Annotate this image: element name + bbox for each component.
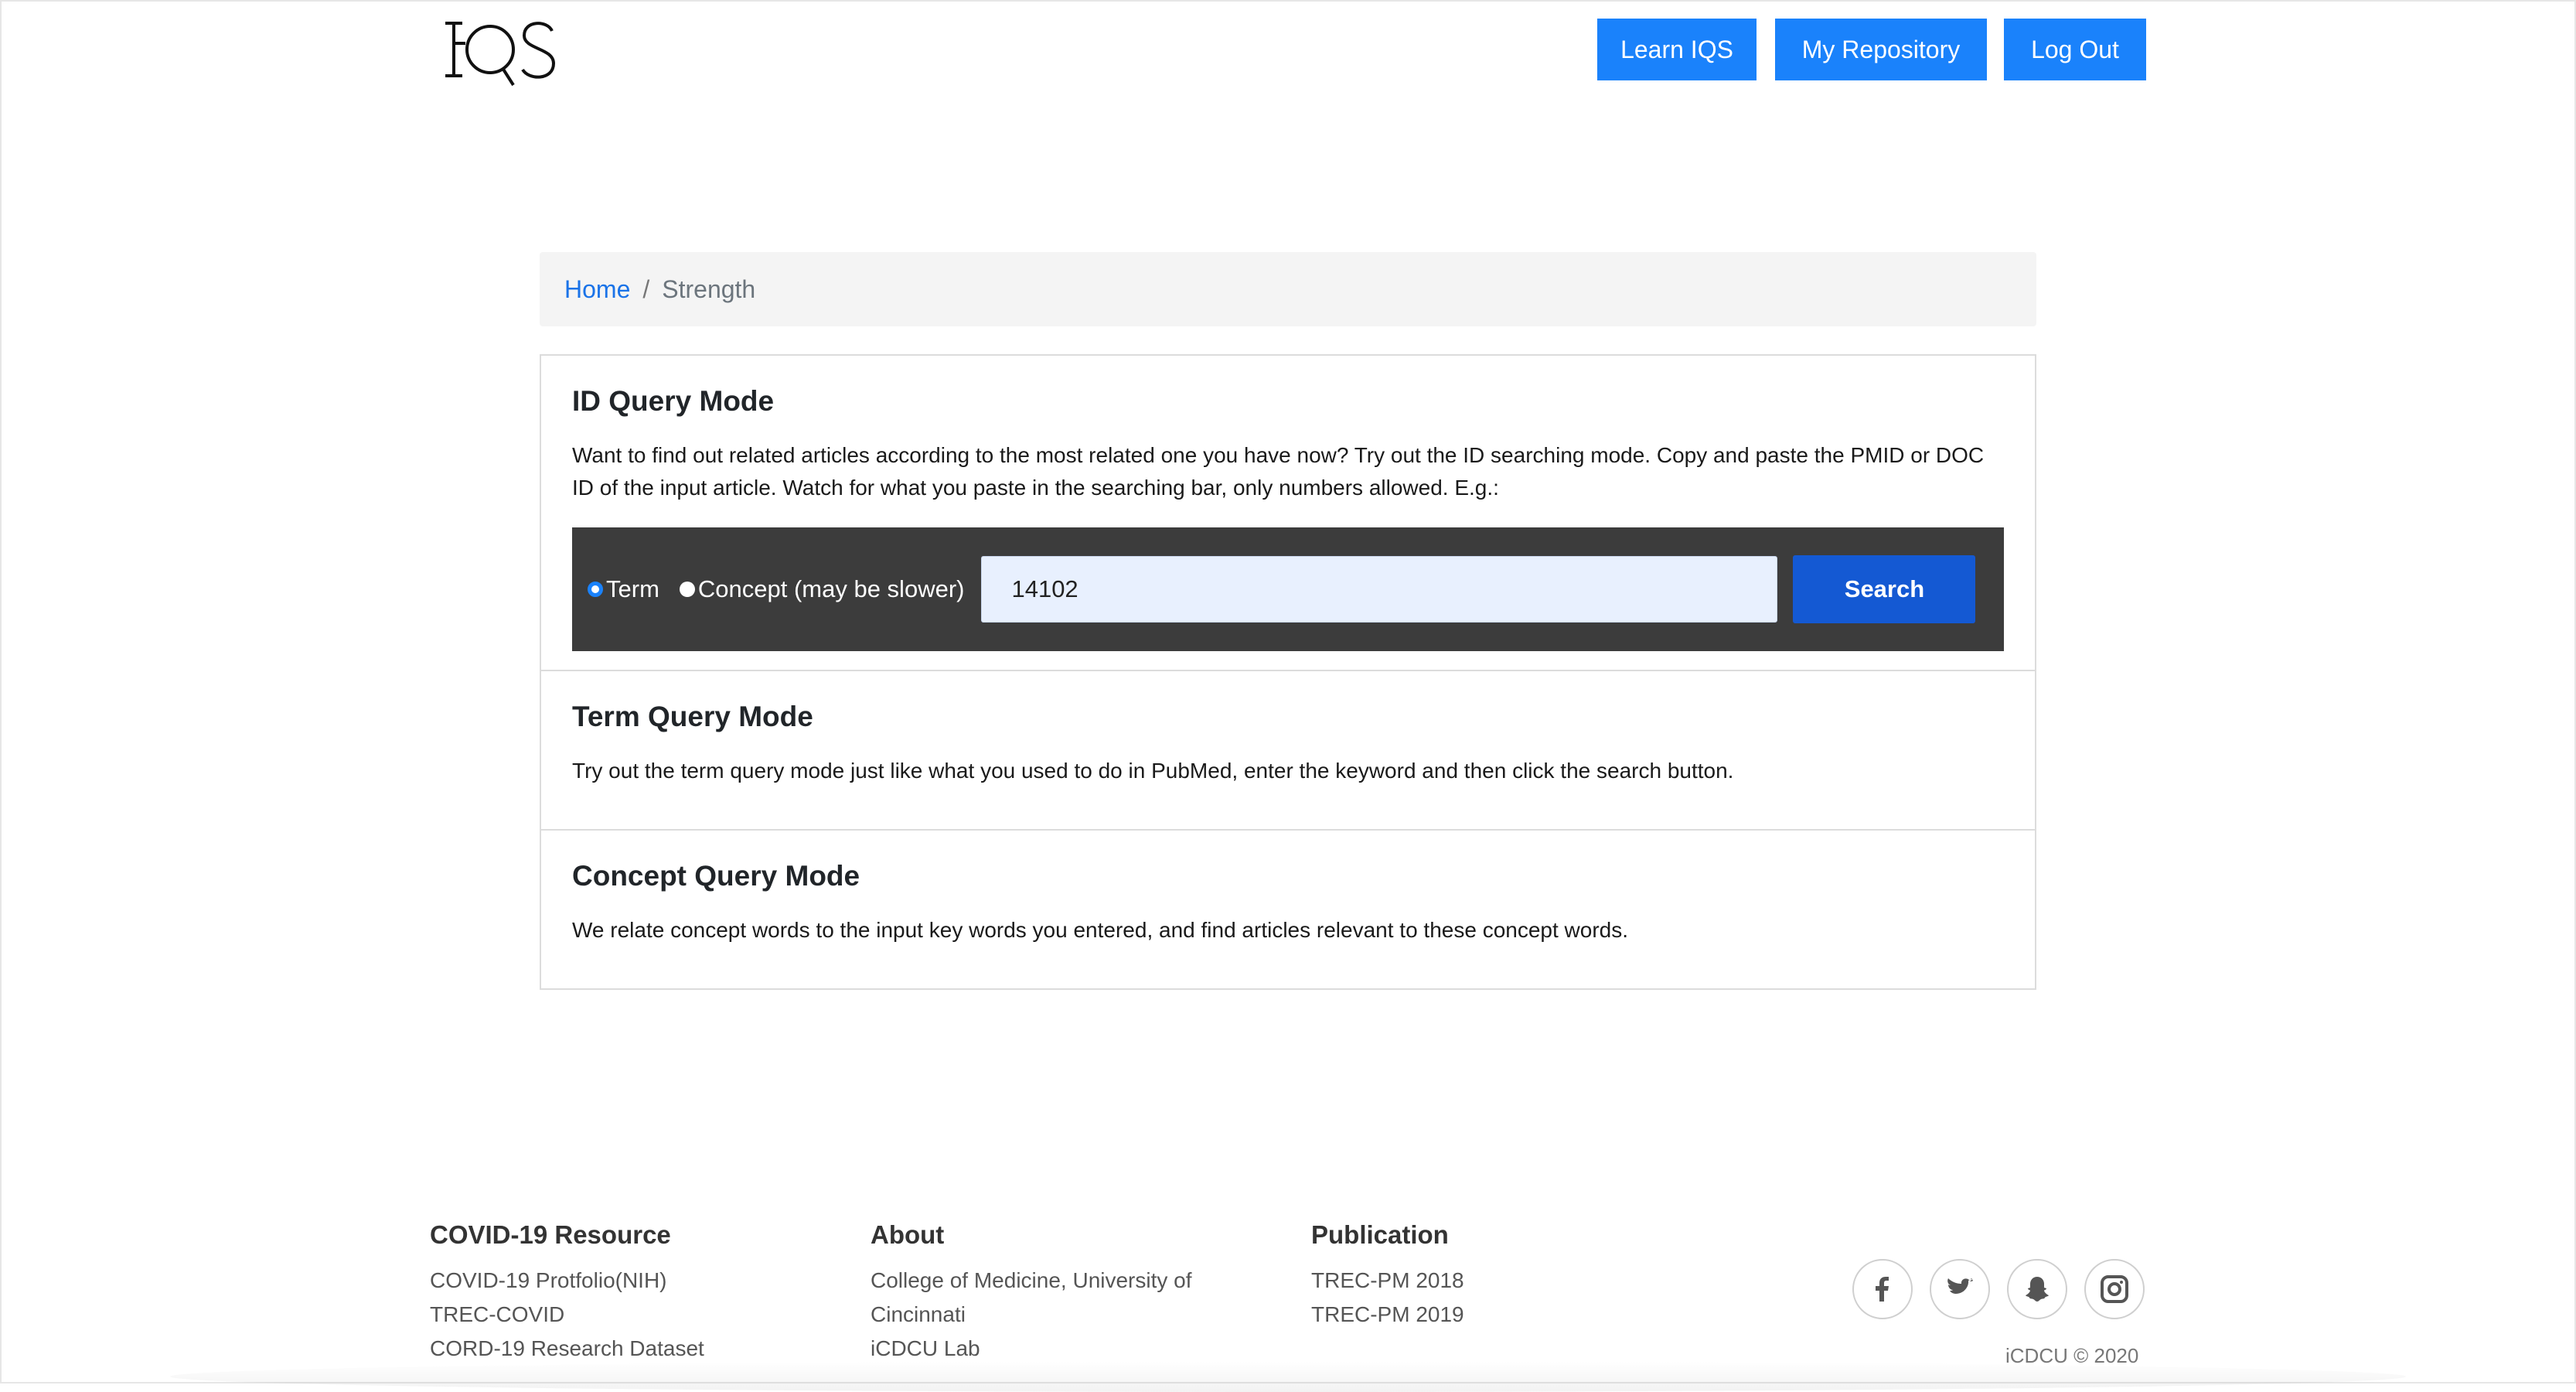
iqs-logo[interactable] — [439, 14, 563, 90]
footer-covid-column: COVID-19 Resource COVID-19 Protfolio(NIH… — [430, 1220, 704, 1366]
footer-link-cincinnati[interactable]: Cincinnati — [871, 1298, 1192, 1332]
term-query-title: Term Query Mode — [572, 701, 813, 732]
term-query-description: Try out the term query mode just like wh… — [572, 759, 1734, 783]
query-modes-card: ID Query Mode Want to find out related a… — [540, 354, 2036, 990]
learn-iqs-button[interactable]: Learn IQS — [1597, 19, 1757, 80]
id-query-title: ID Query Mode — [572, 385, 775, 417]
twitter-icon[interactable] — [1930, 1259, 1990, 1319]
my-repository-button[interactable]: My Repository — [1775, 19, 1987, 80]
footer-about-title: About — [871, 1220, 945, 1249]
log-out-button[interactable]: Log Out — [2004, 19, 2146, 80]
concept-radio[interactable] — [679, 582, 695, 597]
footer-link-trec-pm-2018[interactable]: TREC-PM 2018 — [1311, 1264, 1464, 1298]
breadcrumb: Home / Strength — [540, 252, 2036, 326]
footer-link-cord19[interactable]: CORD-19 Research Dataset — [430, 1332, 704, 1366]
concept-query-section: Concept Query Mode We relate concept wor… — [541, 831, 2035, 988]
breadcrumb-home-link[interactable]: Home — [564, 275, 630, 304]
snapchat-icon[interactable] — [2007, 1259, 2067, 1319]
id-query-description: Want to find out related articles accord… — [572, 443, 1985, 500]
footer-link-trec-covid[interactable]: TREC-COVID — [430, 1298, 704, 1332]
search-button[interactable]: Search — [1793, 555, 1976, 623]
search-bar: Term Concept (may be slower) Search — [572, 527, 2004, 651]
concept-query-description: We relate concept words to the input key… — [572, 918, 1629, 942]
breadcrumb-separator: / — [642, 275, 650, 303]
facebook-icon[interactable] — [1852, 1259, 1913, 1319]
footer-about-column: About College of Medicine, University of… — [871, 1220, 1192, 1366]
instagram-icon[interactable] — [2084, 1259, 2145, 1319]
concept-radio-label[interactable]: Concept (may be slower) — [698, 575, 965, 603]
footer-covid-title: COVID-19 Resource — [430, 1220, 671, 1249]
term-query-section: Term Query Mode Try out the term query m… — [541, 671, 2035, 831]
footer-publication-column: Publication TREC-PM 2018 TREC-PM 2019 — [1311, 1220, 1464, 1332]
search-mode-radio-group: Term Concept (may be slower) — [588, 575, 984, 603]
term-radio[interactable] — [588, 582, 603, 597]
logo-mark — [445, 22, 556, 87]
search-input[interactable] — [981, 556, 1778, 623]
footer-link-covid-portfolio[interactable]: COVID-19 Protfolio(NIH) — [430, 1264, 704, 1298]
footer-link-college[interactable]: College of Medicine, University of — [871, 1264, 1192, 1298]
id-query-section: ID Query Mode Want to find out related a… — [541, 356, 2035, 671]
concept-query-title: Concept Query Mode — [572, 860, 860, 892]
breadcrumb-current: Strength — [662, 275, 756, 303]
footer-publication-title: Publication — [1311, 1220, 1449, 1249]
footer-shadow — [170, 1361, 2406, 1392]
footer-link-trec-pm-2019[interactable]: TREC-PM 2019 — [1311, 1298, 1464, 1332]
term-radio-label[interactable]: Term — [606, 575, 659, 603]
